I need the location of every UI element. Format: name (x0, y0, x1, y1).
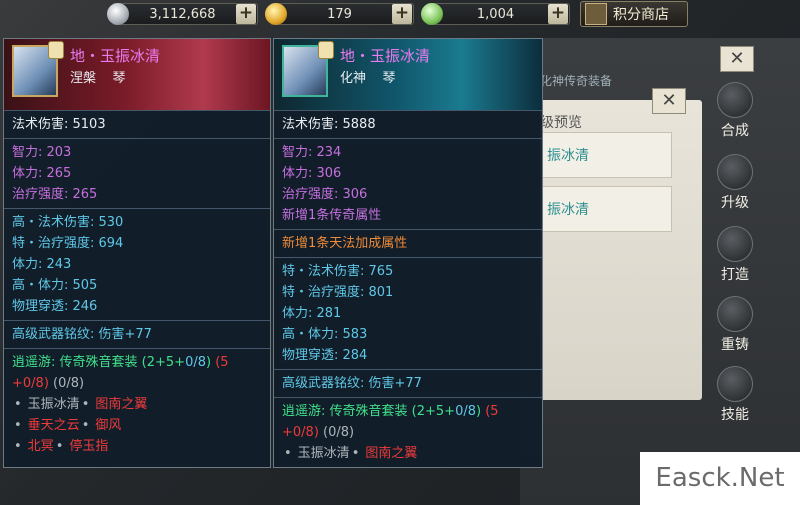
advanced-section: 特・法术伤害: 765 特・治疗强度: 801 体力: 281 高・体力: 58… (274, 257, 542, 369)
skill-bonus-section: 新增1条天法加成属性 (274, 229, 542, 257)
adv-stat-line: 高・体力: 505 (12, 278, 98, 293)
close-icon: ✕ (729, 48, 745, 69)
set-line: 逍遥游: 传奇殊音套装 (2+5+0/8) (5 (12, 355, 229, 370)
points-shop-button[interactable]: 积分商店 (580, 1, 688, 27)
forge-icon (717, 226, 753, 262)
close-icon: ✕ (661, 90, 677, 111)
gold-ingot-icon (265, 3, 287, 25)
item-tooltip-upgraded: 地・玉振冰清 化神 琴 法术伤害: 5888 智力: 234 体力: 306 治… (273, 38, 543, 468)
nav-label: 技能 (721, 407, 749, 423)
preview-item[interactable]: 振冰清 (542, 132, 672, 178)
stat-line: 治疗强度: 265 (12, 187, 98, 202)
nav-label: 打造 (721, 267, 749, 283)
jade-counter: 1,004 + (421, 3, 570, 25)
silver-counter: 3,112,668 + (107, 3, 258, 25)
inscription-line: 高级武器铭纹: 伤害+77 (12, 327, 152, 342)
preview-item[interactable]: 振冰清 (542, 186, 672, 232)
base-section: 法术伤害: 5103 (4, 110, 270, 138)
stat-line: 体力: 306 (282, 166, 342, 181)
stat-line: 治疗强度: 306 (282, 187, 368, 202)
nav-skill[interactable]: 技能 (700, 362, 770, 426)
advanced-section: 高・法术伤害: 530 特・治疗强度: 694 体力: 243 高・体力: 50… (4, 208, 270, 320)
set-line: 逍遥游: 传奇殊音套装 (2+5+0/8) (5 (282, 404, 499, 419)
inscription-section: 高级武器铭纹: 伤害+77 (274, 369, 542, 397)
set-section: 逍遥游: 传奇殊音套装 (2+5+0/8) (5 +0/8) (0/8) • 玉振… (4, 348, 270, 460)
stats-section: 智力: 234 体力: 306 治疗强度: 306 新增1条传奇属性 (274, 138, 542, 229)
item-name: 地・玉振冰清 (340, 47, 431, 65)
adv-stat-line: 特・法术伤害: 765 (282, 264, 394, 279)
set-item-row: • 玉振冰清 • 图南之翼 (284, 446, 418, 461)
silver-value: 3,112,668 (149, 6, 216, 22)
set-item-row: • 北冥 • 停玉指 (14, 439, 109, 454)
nav-label: 升级 (721, 195, 749, 211)
preview-close-button[interactable]: ✕ (652, 88, 686, 114)
nav-upgrade[interactable]: 升级 (700, 150, 770, 214)
tooltip-header: 地・玉振冰清 涅槃 琴 (4, 39, 270, 110)
set-item-row: • 玉振冰清 • 图南之翼 (14, 397, 148, 412)
upgrade-icon (717, 154, 753, 190)
item-name: 地・玉振冰清 (70, 47, 161, 65)
set-item-row: • 垂天之云 • 御风 (14, 418, 122, 433)
silver-coin-icon (107, 3, 129, 25)
stat-line: 智力: 234 (282, 145, 342, 160)
skill-icon (717, 366, 753, 402)
adv-stat-line: 体力: 243 (12, 257, 72, 272)
close-button[interactable]: ✕ (720, 46, 754, 72)
base-stat: 法术伤害: 5888 (282, 117, 376, 132)
adv-stat-line: 高・体力: 583 (282, 327, 368, 342)
adv-stat-line: 体力: 281 (282, 306, 342, 321)
adv-stat-line: 特・治疗强度: 694 (12, 236, 124, 251)
watermark: Easck.Net (640, 452, 800, 505)
stats-section: 智力: 203 体力: 265 治疗强度: 265 (4, 138, 270, 208)
base-stat: 法术伤害: 5103 (12, 117, 106, 132)
adv-stat-line: 高・法术伤害: 530 (12, 215, 124, 230)
preview-title: 级预览 (540, 115, 582, 131)
adv-stat-line: 特・治疗强度: 801 (282, 285, 394, 300)
set-section: 逍遥游: 传奇殊音套装 (2+5+0/8) (5 +0/8) (0/8) • 玉振… (274, 397, 542, 467)
nav-forge[interactable]: 打造 (700, 222, 770, 286)
new-skill-attribute: 新增1条天法加成属性 (282, 236, 408, 251)
adv-stat-line: 物理穿透: 284 (282, 348, 368, 363)
recast-icon (717, 296, 753, 332)
shop-icon (585, 3, 607, 25)
background-header: 化神传奇装备 (540, 74, 613, 88)
adv-stat-line: 物理穿透: 246 (12, 299, 98, 314)
jade-value: 1,004 (476, 6, 515, 22)
new-legend-attribute: 新增1条传奇属性 (282, 208, 382, 223)
currency-bar: 3,112,668 + 179 + 1,004 + 积分商店 (0, 0, 800, 30)
gold-value: 179 (327, 6, 352, 22)
jade-ingot-icon (421, 3, 443, 25)
add-gold-button[interactable]: + (392, 4, 412, 24)
compose-icon (717, 82, 753, 118)
item-subtitle: 涅槃 琴 (70, 71, 126, 86)
lock-icon (318, 41, 334, 59)
add-silver-button[interactable]: + (236, 4, 256, 24)
item-tooltip-current: 地・玉振冰清 涅槃 琴 法术伤害: 5103 智力: 203 体力: 265 治… (3, 38, 271, 468)
nav-label: 合成 (721, 123, 749, 139)
nav-recast[interactable]: 重铸 (700, 292, 770, 356)
item-subtitle: 化神 琴 (340, 71, 396, 86)
inscription-line: 高级武器铭纹: 伤害+77 (282, 376, 422, 391)
lock-icon (48, 41, 64, 59)
stat-line: 体力: 265 (12, 166, 72, 181)
add-jade-button[interactable]: + (548, 4, 568, 24)
stat-line: 智力: 203 (12, 145, 72, 160)
base-section: 法术伤害: 5888 (274, 110, 542, 138)
set-count-line: +0/8) (0/8) (12, 376, 85, 391)
gold-counter: 179 + (265, 3, 414, 25)
tooltip-header: 地・玉振冰清 化神 琴 (274, 39, 542, 110)
shop-label: 积分商店 (613, 7, 669, 23)
nav-compose[interactable]: 合成 (700, 78, 770, 142)
set-count-line: +0/8) (0/8) (282, 425, 355, 440)
inscription-section: 高级武器铭纹: 伤害+77 (4, 320, 270, 348)
nav-label: 重铸 (721, 337, 749, 353)
